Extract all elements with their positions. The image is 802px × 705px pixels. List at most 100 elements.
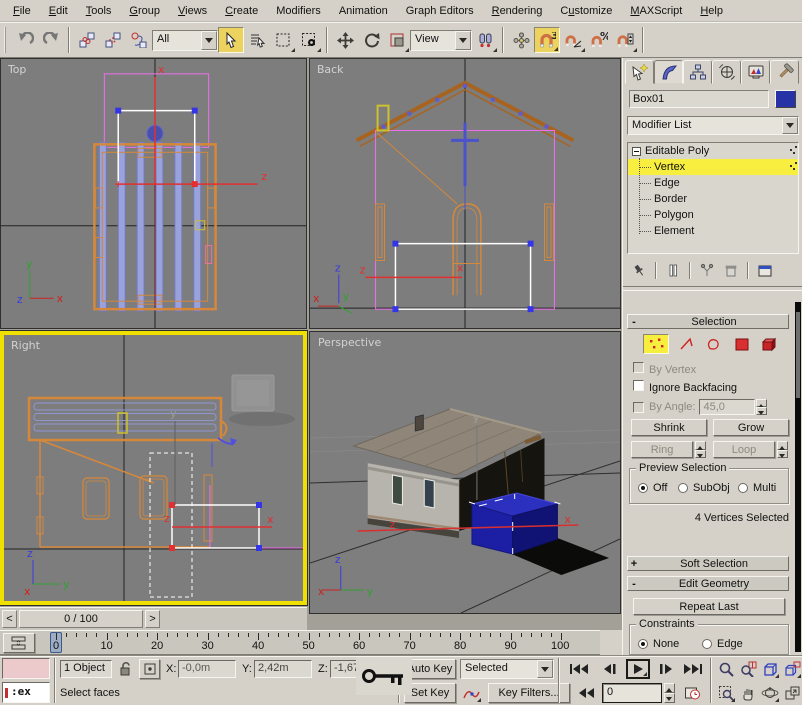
spinner-snap-toggle-button[interactable]: [612, 27, 638, 53]
window-crossing-toggle-button[interactable]: [296, 27, 322, 53]
percent-snap-toggle-button[interactable]: %: [586, 27, 612, 53]
toolbar-grip[interactable]: [4, 27, 8, 53]
select-and-scale-button[interactable]: [384, 27, 410, 53]
select-and-rotate-button[interactable]: [358, 27, 384, 53]
absolute-offset-toggle[interactable]: [139, 659, 160, 679]
menu-modifiers[interactable]: Modifiers: [267, 2, 330, 20]
stack-subobject-border[interactable]: Border: [628, 191, 798, 207]
preview-subobj[interactable]: SubObj: [678, 482, 730, 494]
menu-rendering[interactable]: Rendering: [483, 2, 552, 20]
menu-create[interactable]: Create: [216, 2, 267, 20]
previous-frame-button[interactable]: [598, 659, 622, 679]
preview-off[interactable]: Off: [638, 482, 667, 494]
key-tangents-button[interactable]: [460, 683, 482, 703]
track-bar-ruler[interactable]: 0102030405060708090100: [46, 631, 591, 655]
zoom-button[interactable]: [716, 659, 736, 679]
select-by-name-button[interactable]: [244, 27, 270, 53]
rectangular-selection-region-button[interactable]: [270, 27, 296, 53]
select-and-move-button[interactable]: [332, 27, 358, 53]
polygon-mode-button[interactable]: [729, 334, 755, 354]
snaps-toggle-button[interactable]: 3: [534, 27, 560, 53]
viewport-back[interactable]: z x z x y Back: [309, 58, 621, 329]
repeat-last-button[interactable]: Repeat Last: [633, 598, 785, 615]
min-max-toggle-button[interactable]: [782, 683, 802, 703]
loop-spinner[interactable]: [777, 441, 788, 458]
tab-motion[interactable]: [712, 60, 741, 84]
element-mode-button[interactable]: [757, 334, 783, 354]
arc-rotate-button[interactable]: [760, 683, 780, 703]
reference-coordinate-combo[interactable]: View: [410, 30, 472, 51]
loop-button[interactable]: Loop: [713, 441, 775, 458]
menu-file[interactable]: File: [4, 2, 40, 20]
vertex-marker[interactable]: [192, 108, 198, 114]
angle-snap-toggle-button[interactable]: [560, 27, 586, 53]
ring-button[interactable]: Ring: [631, 441, 693, 458]
viewport-back-canvas[interactable]: z x z x y Back: [310, 59, 620, 328]
frame-spinner[interactable]: [664, 683, 675, 703]
edge-mode-button[interactable]: [675, 334, 701, 354]
play-animation-button[interactable]: [626, 659, 650, 679]
menu-help[interactable]: Help: [691, 2, 732, 20]
border-mode-button[interactable]: [701, 334, 727, 354]
object-color-swatch[interactable]: [775, 90, 796, 108]
next-frame-button[interactable]: [654, 659, 678, 679]
selection-filter-combo[interactable]: All: [152, 30, 218, 51]
by-angle-field[interactable]: 45,0: [699, 399, 755, 415]
viewport-label-right[interactable]: Right: [11, 339, 41, 352]
make-unique-button[interactable]: [695, 261, 719, 280]
viewport-right-canvas[interactable]: y z x z x y Right: [4, 335, 303, 601]
stack-subobject-polygon[interactable]: Polygon: [628, 207, 798, 223]
shrink-button[interactable]: Shrink: [631, 419, 707, 436]
by-angle-spinner[interactable]: [756, 399, 767, 415]
ring-spinner[interactable]: [695, 441, 706, 458]
menu-edit[interactable]: Edit: [40, 2, 77, 20]
ignore-backfacing-checkbox[interactable]: Ignore Backfacing: [633, 380, 737, 394]
tab-utilities[interactable]: [770, 60, 799, 84]
panel-scrollbar-thumb[interactable]: [796, 312, 800, 398]
viewport-label-back[interactable]: Back: [317, 63, 344, 76]
tab-modify[interactable]: [654, 60, 683, 84]
open-mini-curve-editor-button[interactable]: [3, 633, 35, 653]
menu-group[interactable]: Group: [120, 2, 169, 20]
pan-view-button[interactable]: [738, 683, 758, 703]
soft-selection-rollout-header[interactable]: + Soft Selection: [627, 556, 789, 571]
tab-hierarchy[interactable]: [683, 60, 712, 84]
key-mode-toggle-button[interactable]: [576, 683, 598, 703]
pin-stack-button[interactable]: [627, 261, 651, 280]
viewport-right-active[interactable]: y z x z x y Right: [0, 331, 307, 605]
remove-modifier-button[interactable]: [719, 261, 743, 280]
tab-display[interactable]: [741, 60, 770, 84]
edit-geometry-rollout-header[interactable]: - Edit Geometry: [627, 576, 789, 591]
viewport-top-canvas[interactable]: x z y x z Top: [1, 59, 306, 328]
track-bar[interactable]: 0102030405060708090100: [0, 630, 600, 655]
redo-button[interactable]: [38, 27, 64, 53]
zoom-extents-all-button[interactable]: [782, 659, 802, 679]
selected-vertex-marker[interactable]: [192, 181, 198, 187]
stack-subobject-vertex[interactable]: Vertex: [628, 159, 798, 175]
configure-modifier-sets-button[interactable]: [753, 261, 777, 280]
menu-animation[interactable]: Animation: [330, 2, 397, 20]
time-slider-prev-button[interactable]: <: [2, 610, 17, 628]
show-end-result-button[interactable]: [661, 261, 685, 280]
maxscript-mini-listener-macro[interactable]: [2, 658, 50, 679]
zoom-all-button[interactable]: [738, 659, 758, 679]
object-name-field[interactable]: Box01: [629, 90, 769, 108]
viewport-perspective[interactable]: z x y z x y Perspective: [309, 331, 621, 614]
menu-maxscript[interactable]: MAXScript: [621, 2, 691, 20]
viewport-perspective-canvas[interactable]: z x y z x y Perspective: [310, 332, 620, 613]
bind-to-space-warp-button[interactable]: [126, 27, 152, 53]
selection-filter-drop-button[interactable]: [201, 31, 217, 50]
select-and-link-button[interactable]: [74, 27, 100, 53]
stack-subobject-element[interactable]: Element: [628, 223, 798, 239]
menu-customize[interactable]: Customize: [551, 2, 621, 20]
by-angle-checkbox[interactable]: [633, 402, 644, 413]
vertex-marker[interactable]: [115, 108, 121, 114]
undo-button[interactable]: [12, 27, 38, 53]
time-slider-next-button[interactable]: >: [145, 610, 160, 628]
selection-set-drop-button[interactable]: [537, 660, 553, 678]
modifier-list-drop-button[interactable]: [782, 117, 798, 134]
x-coordinate-field[interactable]: -0,0m: [178, 660, 236, 678]
stack-subobject-edge[interactable]: Edge: [628, 175, 798, 191]
stack-root-editable-poly[interactable]: Editable Poly: [628, 143, 798, 159]
panel-scrollbar[interactable]: [795, 302, 801, 652]
